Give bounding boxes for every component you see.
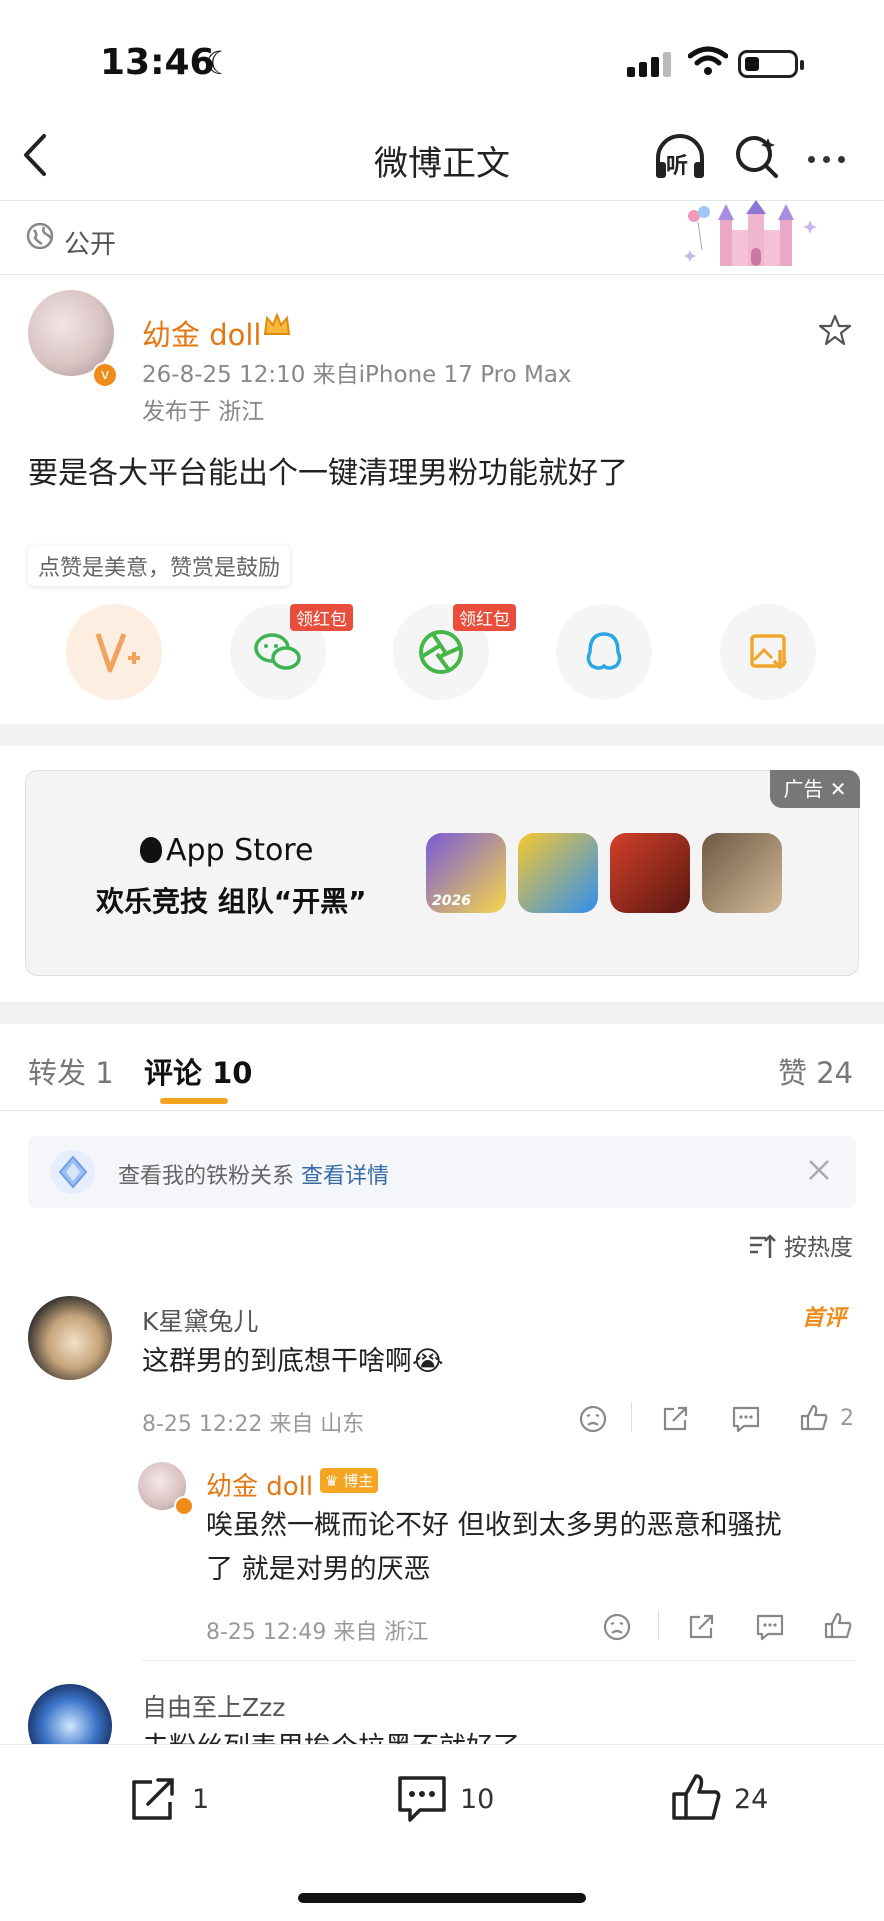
ad-brand-text: App Store [166,833,314,868]
tab-repost-label: 转发 [28,1056,87,1090]
listen-label: 听 [666,154,689,179]
ad-slogan: 欢乐竞技 组队“开黑” [96,885,367,918]
reward-v-icon [95,633,140,673]
close-icon[interactable] [806,1157,832,1187]
like-button[interactable] [668,1770,724,1830]
like-count: 24 [734,1784,769,1815]
tab-active-indicator [160,1098,228,1104]
comment-like-count: 2 [840,1406,854,1431]
tab-repost-count: 1 [95,1056,114,1090]
share-qq-button[interactable] [556,604,652,700]
fan-text-label: 查看我的铁粉关系 [118,1164,295,1189]
post-meta: 26-8-25 12:10 来自iPhone 17 Pro Max [142,362,572,388]
section-separator [0,724,884,746]
repost-icon [132,1778,174,1820]
divider [142,1660,856,1661]
comment-avatar[interactable] [28,1296,112,1380]
repost-count: 1 [192,1784,210,1815]
author-name[interactable]: 幼金 doll [142,312,261,354]
reply-icon[interactable] [730,1404,762,1438]
divider [658,1610,659,1640]
battery-icon [738,50,804,78]
divider [631,1402,632,1432]
share-icon[interactable] [686,1612,716,1646]
tab-like-count: 24 [816,1056,854,1090]
section-separator [0,1002,884,1024]
ad-close-tag[interactable]: 广告 ✕ [770,770,860,808]
save-image-icon [750,634,788,670]
dislike-icon[interactable] [578,1404,608,1438]
diamond-icon [48,1147,98,1201]
comment-meta: 8-25 12:22 来自 山东 [142,1412,365,1437]
reply-text-line1: 唉虽然一概而论不好 但收到太多男的恶意和骚扰 [206,1510,782,1541]
tab-comment-count: 10 [212,1056,253,1090]
tab-repost[interactable]: 转发 1 [28,1050,114,1092]
tab-comment-label: 评论 [144,1056,203,1090]
sort-icon[interactable] [748,1232,776,1264]
like-icon[interactable] [798,1402,830,1438]
verified-badge-icon [174,1496,194,1516]
comment-icon [398,1776,446,1822]
favorite-star-icon[interactable] [818,313,852,351]
tab-like-label: 赞 [778,1056,808,1090]
castle-decoration-icon [680,200,830,274]
thumbs-up-icon [672,1774,721,1820]
reply-text-line2: 了 就是对男的厌恶 [206,1554,431,1585]
home-indicator [298,1893,586,1903]
status-time: 13:46 [100,42,215,83]
post-location: 发布于 浙江 [142,399,265,425]
search-icon[interactable] [732,132,782,186]
like-icon[interactable] [822,1610,854,1646]
fan-banner-text: 查看我的铁粉关系 查看详情 [118,1158,389,1190]
game-icon-1[interactable]: 2026 [426,833,506,913]
blogger-badge-label: 博主 [343,1472,374,1490]
share-icon[interactable] [660,1404,690,1438]
moon-icon: ☾ [205,44,234,82]
comment-author[interactable]: K星黛兔儿 [142,1302,258,1338]
fan-detail-link[interactable]: 查看详情 [301,1164,389,1189]
game-icon-2[interactable] [518,833,598,913]
reward-tooltip: 点赞是美意，赞赏是鼓励 [28,546,291,586]
game-icon-4[interactable] [702,833,782,913]
save-image-button[interactable] [720,604,816,700]
apple-logo-icon [140,837,162,863]
divider [0,1110,884,1111]
reply-meta: 8-25 12:49 来自 浙江 [206,1620,429,1645]
comment-button[interactable] [394,1772,450,1830]
reply-icon[interactable] [754,1612,786,1646]
status-bar: 13:46 ☾ [0,0,884,120]
comment-text: 这群男的到底想干啥啊😭 [142,1346,444,1377]
comment-count: 10 [460,1784,495,1815]
reply-author[interactable]: 幼金 doll [206,1466,313,1503]
globe-icon [26,222,54,254]
game-icon-3[interactable] [610,833,690,913]
visibility-label: 公开 [64,230,117,260]
wifi-icon [687,46,729,80]
tab-like[interactable]: 赞 24 [778,1050,853,1092]
dislike-icon[interactable] [602,1612,632,1646]
red-packet-badge: 领红包 [290,604,353,631]
post-text: 要是各大平台能出个一键清理男粉功能就好了 [28,456,628,491]
ad-tag-label: 广告 [783,777,824,801]
qq-icon [586,632,622,670]
crown-icon: ♛ [325,1472,339,1490]
first-comment-badge: 首评 [802,1306,847,1331]
reward-button[interactable] [66,604,162,700]
game-badge-text: 2026 [432,893,471,909]
red-packet-badge: 领红包 [453,604,516,631]
ad-brand: App Store [140,833,313,868]
sort-label[interactable]: 按热度 [784,1228,853,1262]
verified-badge-icon: v [92,362,118,388]
crown-icon [262,312,292,345]
tab-comment[interactable]: 评论 10 [144,1050,252,1092]
more-icon[interactable] [808,148,853,167]
repost-button[interactable] [128,1774,180,1828]
divider [0,274,884,275]
listen-button[interactable]: 听 [652,132,708,186]
signal-icon [627,52,675,77]
blogger-badge: ♛ 博主 [320,1468,379,1493]
comment-author[interactable]: 自由至上Zzz [142,1688,285,1724]
